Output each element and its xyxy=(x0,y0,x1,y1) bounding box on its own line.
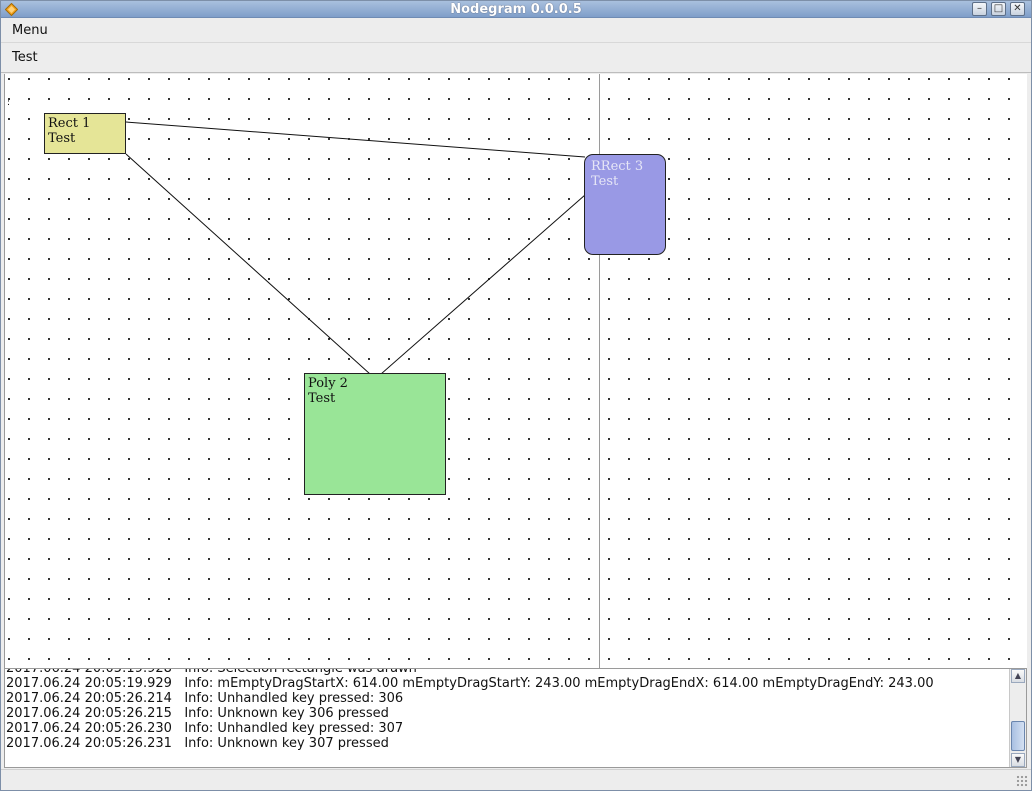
node-title: Rect 1 xyxy=(48,116,91,131)
log-timestamp: 2017.06.24 20:05:26.215 xyxy=(6,706,172,721)
link-rect1-poly2[interactable] xyxy=(125,153,371,375)
link-rect1-rrect3[interactable] xyxy=(125,121,586,158)
log-message: Info: Unknown key 307 pressed xyxy=(184,736,389,751)
log-line: 2017.06.24 20:05:26.230 Info: Unhandled … xyxy=(6,721,1010,736)
node-subtitle: Test xyxy=(591,174,619,189)
log-message: Info: Unknown key 306 pressed xyxy=(184,706,389,721)
log-lines: 2017.06.24 20:05:19.928 Info: Selection … xyxy=(6,668,1010,751)
log-message: Info: Unhandled key pressed: 307 xyxy=(184,721,404,736)
log-line: 2017.06.24 20:05:26.214 Info: Unhandled … xyxy=(6,691,1010,706)
log-timestamp: 2017.06.24 20:05:26.214 xyxy=(6,691,172,706)
close-button[interactable]: ✕ xyxy=(1010,2,1025,16)
scroll-up-arrow-icon[interactable]: ▲ xyxy=(1011,669,1025,683)
window-title: Nodegram 0.0.0.5 xyxy=(450,2,582,17)
toolbar: Test xyxy=(1,44,1031,73)
log-scrollbar[interactable]: ▲ ▼ xyxy=(1009,669,1026,767)
log-message: Info: Selection rectangle was drawn xyxy=(184,668,417,676)
toolbar-item-test[interactable]: Test xyxy=(12,50,38,65)
log-line: 2017.06.24 20:05:19.929 Info: mEmptyDrag… xyxy=(6,676,1010,691)
menu-item-menu[interactable]: Menu xyxy=(12,23,48,38)
log-timestamp: 2017.06.24 20:05:19.929 xyxy=(6,676,172,691)
log-message: Info: mEmptyDragStartX: 614.00 mEmptyDra… xyxy=(184,676,934,691)
log-timestamp: 2017.06.24 20:05:19.928 xyxy=(6,668,172,676)
log-message: Info: Unhandled key pressed: 306 xyxy=(184,691,404,706)
connection-layer xyxy=(125,121,586,375)
node-subtitle: Test xyxy=(48,131,76,146)
minimize-icon: – xyxy=(977,3,982,14)
menu-bar: Menu xyxy=(1,19,1031,43)
node-poly-2[interactable]: Poly 2 Test xyxy=(304,373,446,495)
status-bar xyxy=(1,769,1031,790)
close-icon: ✕ xyxy=(1013,3,1022,14)
node-rrect-3[interactable]: RRect 3 Test xyxy=(584,154,666,255)
log-timestamp: 2017.06.24 20:05:26.230 xyxy=(6,721,172,736)
minimize-button[interactable]: – xyxy=(972,2,987,16)
log-panel[interactable]: 2017.06.24 20:05:19.928 Info: Selection … xyxy=(4,668,1027,768)
node-title: RRect 3 xyxy=(591,159,644,174)
maximize-icon: □ xyxy=(993,3,1004,14)
title-bar[interactable]: Nodegram 0.0.0.5 – □ ✕ xyxy=(1,1,1031,18)
node-title: Poly 2 xyxy=(308,376,348,391)
link-rrect3-poly2[interactable] xyxy=(380,194,586,375)
scrollbar-thumb[interactable] xyxy=(1011,721,1025,751)
log-line: 2017.06.24 20:05:19.928 Info: Selection … xyxy=(6,668,1010,676)
log-line: 2017.06.24 20:05:26.215 Info: Unknown ke… xyxy=(6,706,1010,721)
log-line: 2017.06.24 20:05:26.231 Info: Unknown ke… xyxy=(6,736,1010,751)
app-window: Nodegram 0.0.0.5 – □ ✕ Menu Test : Rect … xyxy=(0,0,1032,791)
node-rect-1[interactable]: Rect 1 Test xyxy=(44,113,126,154)
resize-grip-icon[interactable] xyxy=(1016,775,1028,787)
scroll-down-arrow-icon[interactable]: ▼ xyxy=(1011,753,1025,767)
diagram-canvas[interactable]: : Rect 1 Test Poly 2 Test RRect 3 Test xyxy=(4,74,1027,668)
log-timestamp: 2017.06.24 20:05:26.231 xyxy=(6,736,172,751)
node-subtitle: Test xyxy=(308,391,336,406)
maximize-button[interactable]: □ xyxy=(991,2,1006,16)
